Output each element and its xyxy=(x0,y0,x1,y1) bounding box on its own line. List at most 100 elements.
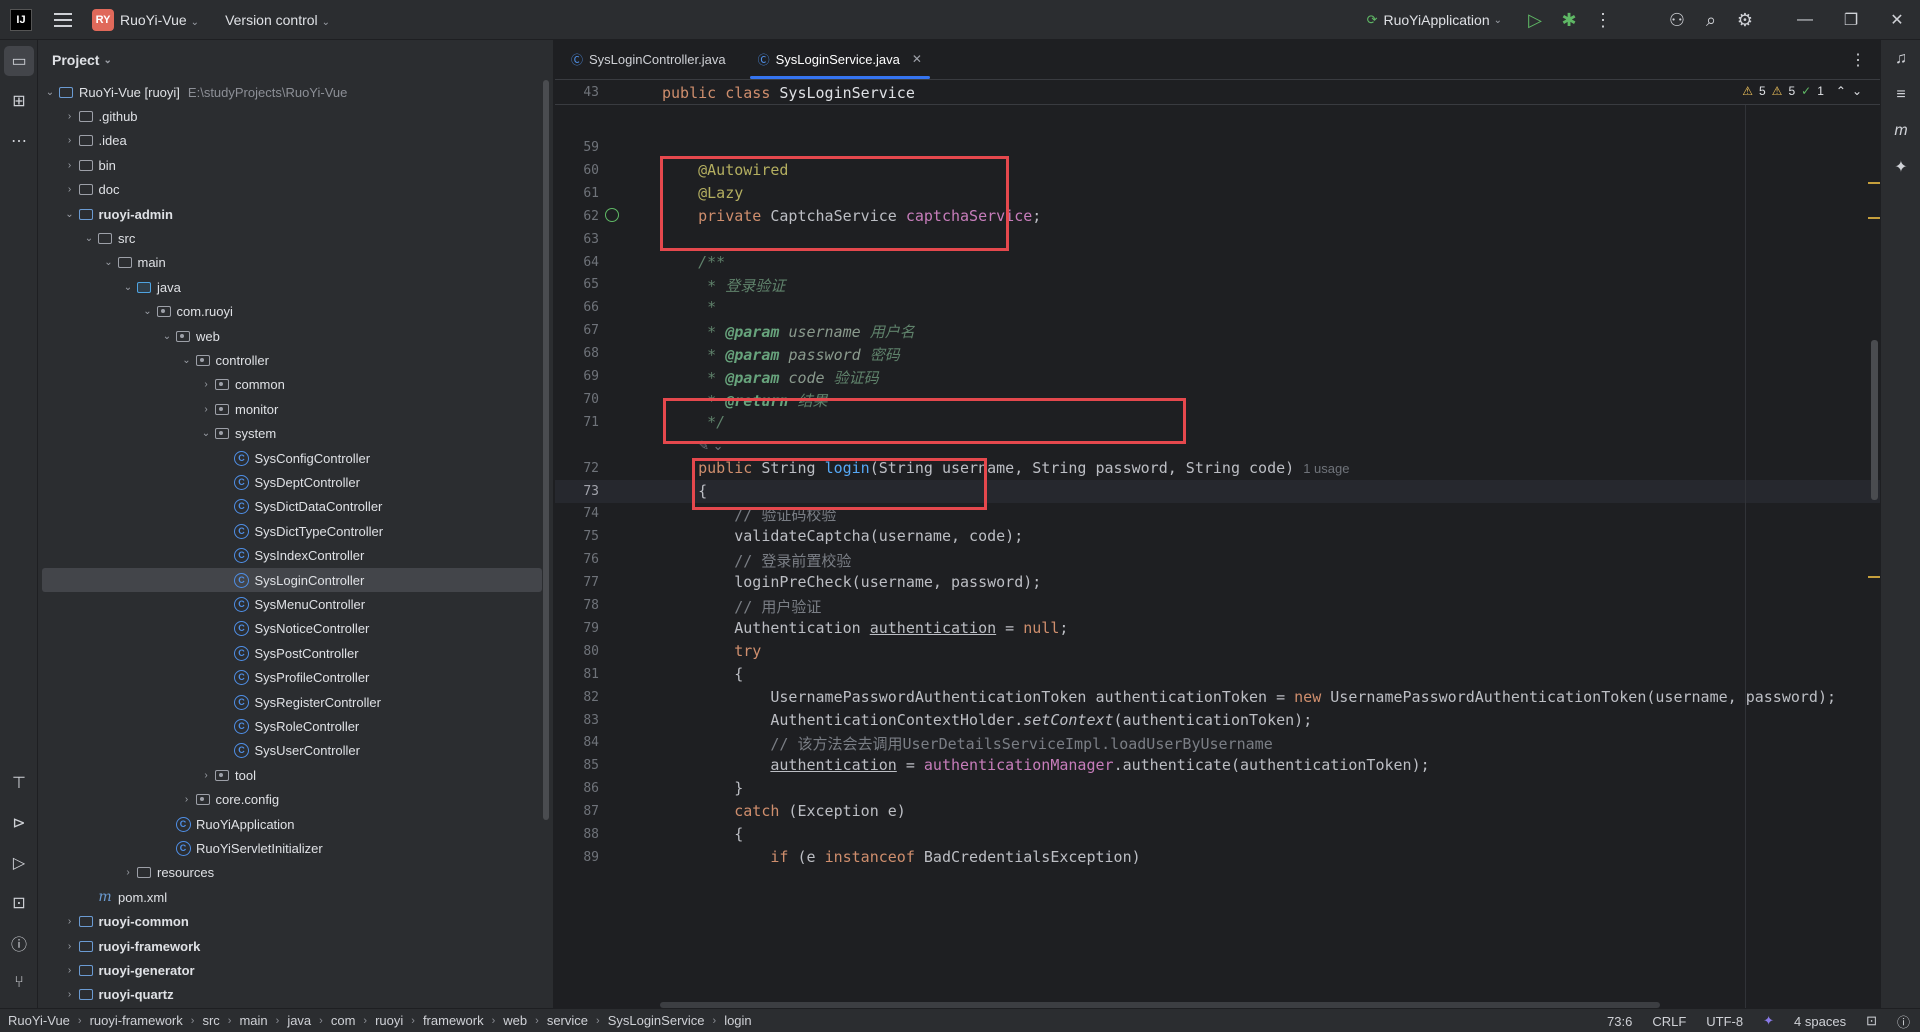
tree-item[interactable]: ⌄ main xyxy=(42,251,542,275)
expand-arrow-icon[interactable]: ⌄ xyxy=(140,306,156,317)
breadcrumb-item[interactable]: framework xyxy=(423,1013,484,1028)
tree-item[interactable]: ⌄ java xyxy=(42,275,542,299)
project-folder-icon[interactable]: ▭ xyxy=(4,46,34,76)
tree-item[interactable]: C SysPostController xyxy=(42,641,542,665)
tree-item[interactable]: › tool xyxy=(42,763,542,787)
breadcrumb-item[interactable]: ruoyi xyxy=(375,1013,403,1028)
caret-position[interactable]: 73:6 xyxy=(1607,1014,1632,1029)
code-line[interactable]: 62 private CaptchaService captchaService… xyxy=(555,205,1880,228)
expand-arrow-icon[interactable]: › xyxy=(198,379,214,390)
structure-icon[interactable]: ⊞ xyxy=(4,86,34,116)
tree-item[interactable]: C SysConfigController xyxy=(42,446,542,470)
code-line[interactable]: 79 Authentication authentication = null; xyxy=(555,617,1880,640)
breadcrumb-item[interactable]: java xyxy=(287,1013,311,1028)
expand-arrow-icon[interactable]: ⌄ xyxy=(179,355,195,366)
tab-sysloginfcontroller[interactable]: Ⓒ SysLoginController.java xyxy=(555,39,742,79)
minimize-button[interactable]: — xyxy=(1782,0,1828,40)
breadcrumb-item[interactable]: src xyxy=(202,1013,219,1028)
run-configuration-selector[interactable]: ⟳ RuoYiApplication ⌄ xyxy=(1367,12,1502,28)
maven-icon[interactable]: m xyxy=(1886,116,1916,146)
close-tab-icon[interactable]: ✕ xyxy=(912,52,922,66)
code-line[interactable]: 80 try xyxy=(555,640,1880,663)
tree-item[interactable]: C SysRoleController xyxy=(42,714,542,738)
restore-button[interactable]: ❐ xyxy=(1828,0,1874,40)
code-line[interactable]: 75 validateCaptcha(username, code); xyxy=(555,525,1880,548)
code-line[interactable]: 69 * @param code 验证码 xyxy=(555,365,1880,388)
tree-item[interactable]: C SysLoginController xyxy=(42,568,542,592)
tree-root[interactable]: ⌄ RuoYi-Vue [ruoyi] E:\studyProjects\Ruo… xyxy=(42,80,542,104)
main-menu-icon[interactable] xyxy=(54,12,72,27)
code-line[interactable]: 72 public String login(String username, … xyxy=(555,457,1880,480)
code-line[interactable]: 82 UsernamePasswordAuthenticationToken a… xyxy=(555,686,1880,709)
expand-arrow-icon[interactable]: › xyxy=(62,184,78,195)
tree-item[interactable]: › doc xyxy=(42,178,542,202)
more-actions-icon[interactable]: ⋮ xyxy=(1586,3,1620,37)
tree-item[interactable]: ⌄ web xyxy=(42,324,542,348)
database-icon[interactable]: ≡ xyxy=(1886,80,1916,110)
tree-item[interactable]: C SysDictDataController xyxy=(42,495,542,519)
tree-item[interactable]: › .github xyxy=(42,104,542,128)
expand-arrow-icon[interactable]: › xyxy=(62,160,78,171)
settings-gear-icon[interactable]: ⚙ xyxy=(1728,3,1762,37)
file-encoding[interactable]: UTF-8 xyxy=(1706,1014,1743,1029)
code-line[interactable]: 87 catch (Exception e) xyxy=(555,800,1880,823)
code-line[interactable]: 78 // 用户验证 xyxy=(555,594,1880,617)
expand-arrow-icon[interactable]: › xyxy=(179,794,195,805)
expand-arrow-icon[interactable]: ⌄ xyxy=(198,428,214,439)
tree-item[interactable]: C RuoYiServletInitializer xyxy=(42,836,542,860)
line-separator[interactable]: CRLF xyxy=(1652,1014,1686,1029)
tree-item[interactable]: C SysNoticeController xyxy=(42,617,542,641)
tree-item[interactable]: m pom.xml xyxy=(42,885,542,909)
read-only-lock-icon[interactable]: ⊡ xyxy=(1866,1013,1877,1029)
tree-item[interactable]: › ruoyi-framework xyxy=(42,934,542,958)
run-tool-icon[interactable]: ▷ xyxy=(4,848,34,878)
error-stripe-marker[interactable] xyxy=(1868,217,1880,219)
breadcrumb-item[interactable]: ruoyi-framework xyxy=(90,1013,183,1028)
code-area[interactable]: 59 60 @Autowired 61 @Lazy 62 private Captch… xyxy=(555,105,1880,1008)
error-stripe-marker[interactable] xyxy=(1868,182,1880,184)
code-line[interactable]: 84 // 该方法会去调用UserDetailsServiceImpl.load… xyxy=(555,731,1880,754)
tree-item[interactable]: › bin xyxy=(42,153,542,177)
code-line[interactable]: 63 xyxy=(555,228,1880,251)
tree-item[interactable]: ⌄ system xyxy=(42,422,542,446)
project-panel-header[interactable]: Project ⌄ xyxy=(38,40,553,80)
tree-item[interactable]: C SysIndexController xyxy=(42,544,542,568)
code-line[interactable]: 59 xyxy=(555,136,1880,159)
code-line[interactable]: 77 loginPreCheck(username, password); xyxy=(555,571,1880,594)
intellij-logo-icon[interactable]: IJ xyxy=(10,8,32,31)
expand-arrow-icon[interactable]: › xyxy=(120,867,136,878)
search-icon[interactable]: ⌕ xyxy=(1694,3,1728,37)
tree-item[interactable]: C SysUserController xyxy=(42,739,542,763)
code-line[interactable]: 66 * xyxy=(555,296,1880,319)
code-line[interactable]: 68 * @param password 密码 xyxy=(555,342,1880,365)
debug-icon[interactable]: ✱ xyxy=(1552,3,1586,37)
code-line[interactable]: 70 * @return 结果 xyxy=(555,388,1880,411)
more-tools-icon[interactable]: ⋯ xyxy=(4,126,34,156)
expand-arrow-icon[interactable]: ⌄ xyxy=(101,257,117,268)
code-line[interactable]: 88 { xyxy=(555,823,1880,846)
ai-assistant-icon[interactable]: ✦ xyxy=(1886,152,1916,182)
expand-arrow-icon[interactable]: › xyxy=(62,941,78,952)
expand-arrow-icon[interactable]: › xyxy=(62,111,78,122)
expand-arrow-icon[interactable]: › xyxy=(198,404,214,415)
run-icon[interactable]: ▷ xyxy=(1518,3,1552,37)
code-line[interactable]: 89 if (e instanceof BadCredentialsExcept… xyxy=(555,846,1880,869)
sticky-header[interactable]: 43 public class SysLoginService ⚠ 5 ⚠ 5 ✓ 1… xyxy=(555,81,1880,105)
expand-arrow-icon[interactable]: ⌄ xyxy=(42,87,58,98)
code-line[interactable]: 83 AuthenticationContextHolder.setContex… xyxy=(555,709,1880,732)
code-line[interactable]: 76 // 登录前置校验 xyxy=(555,548,1880,571)
tree-item[interactable]: C SysRegisterController xyxy=(42,690,542,714)
project-switcher[interactable]: RuoYi-Vue ⌄ xyxy=(120,12,199,28)
breadcrumb-item[interactable]: web xyxy=(503,1013,527,1028)
prev-highlight-icon[interactable]: ⌃ xyxy=(1836,84,1846,98)
tree-item[interactable]: C RuoYiApplication xyxy=(42,812,542,836)
tree-item[interactable]: C SysProfileController xyxy=(42,666,542,690)
expand-arrow-icon[interactable]: ⌄ xyxy=(120,282,136,293)
breadcrumb-item[interactable]: RuoYi-Vue xyxy=(8,1013,70,1028)
indent-setting[interactable]: 4 spaces xyxy=(1794,1014,1846,1029)
tree-item[interactable]: C SysDeptController xyxy=(42,470,542,494)
code-line[interactable]: 85 authentication = authenticationManage… xyxy=(555,754,1880,777)
build-hammer-icon[interactable]: ⊤ xyxy=(4,768,34,798)
tree-item[interactable]: ⌄ com.ruoyi xyxy=(42,300,542,324)
expand-arrow-icon[interactable]: › xyxy=(198,770,214,781)
